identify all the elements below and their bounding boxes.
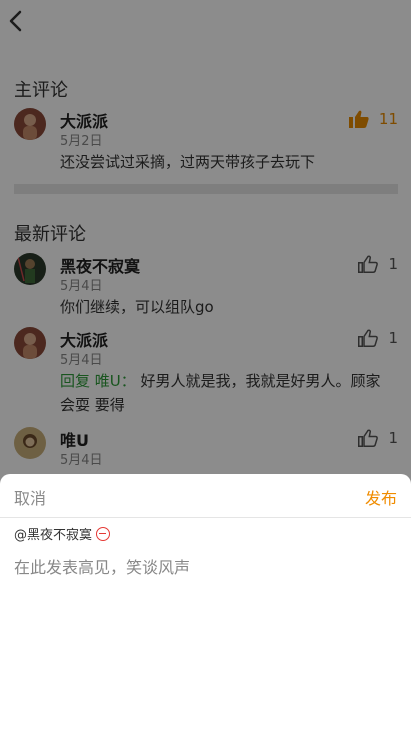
sheet-header: 取消 发布 (0, 474, 411, 518)
reply-input[interactable] (14, 554, 394, 714)
cancel-button[interactable]: 取消 (14, 485, 46, 509)
mention-tag: @黑夜不寂寞 (14, 524, 111, 543)
reply-sheet: 取消 发布 @黑夜不寂寞 (0, 474, 411, 731)
mention-user: @黑夜不寂寞 (14, 528, 93, 543)
publish-button[interactable]: 发布 (365, 485, 397, 509)
remove-mention-icon[interactable] (96, 526, 111, 541)
